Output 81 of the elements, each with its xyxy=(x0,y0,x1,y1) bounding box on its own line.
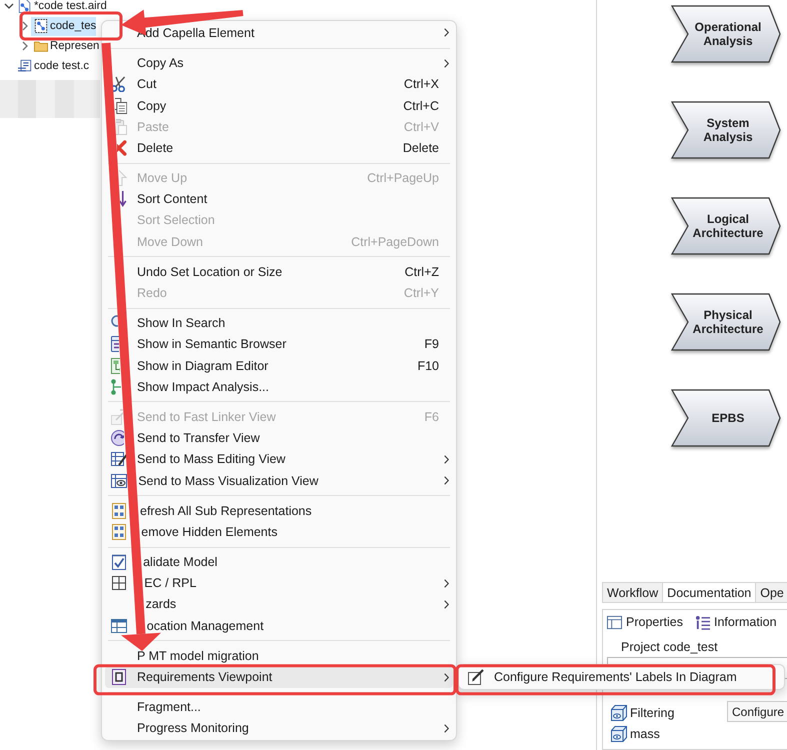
phase-chevron[interactable]: EPBS xyxy=(671,389,781,447)
menu-item[interactable]: Requirements Viewpoint xyxy=(105,666,453,688)
framed-square-icon xyxy=(111,669,127,686)
menu-item[interactable]: Configure Requirements' Labels In Diagram xyxy=(462,666,781,688)
tooltip: Configure xyxy=(727,701,787,722)
tree-item[interactable]: *code test.aird xyxy=(15,0,107,16)
table-eye-icon xyxy=(111,472,127,489)
menu-item[interactable]: Show Impact Analysis... xyxy=(105,376,453,398)
list-item[interactable]: mass xyxy=(603,723,787,744)
menu-item[interactable]: P MT model migration xyxy=(105,645,453,666)
menu-item[interactable]: Sort Content xyxy=(105,188,453,210)
menu-item[interactable]: Show In Search xyxy=(105,312,453,334)
menu-item[interactable]: Delete Delete xyxy=(105,137,453,159)
view-tab[interactable]: Ope xyxy=(756,583,787,602)
shortcut-text: F6 xyxy=(424,410,439,424)
phase-chevron[interactable]: System Analysis xyxy=(671,101,781,159)
scissors-icon xyxy=(113,76,127,92)
nodes-icon xyxy=(111,378,122,395)
menu-item[interactable]: ocation Management xyxy=(105,615,453,636)
chevron-right-icon[interactable] xyxy=(20,41,30,51)
tree-item[interactable]: Represen xyxy=(31,36,100,56)
menu-item[interactable]: Send to Transfer View xyxy=(105,428,453,449)
menu-item[interactable]: Progress Monitoring xyxy=(105,718,453,740)
phase-chevron[interactable]: Logical Architecture xyxy=(671,197,781,255)
diagram-file-icon xyxy=(34,19,48,33)
shortcut-text: Ctrl+C xyxy=(403,98,439,113)
table-icon xyxy=(607,614,622,630)
clipboard-icon xyxy=(116,118,127,135)
window-icon xyxy=(111,336,119,352)
shortcut-text: F9 xyxy=(424,337,439,352)
shortcut-text: Ctrl+PageDown xyxy=(351,234,439,249)
menu-item[interactable]: efresh All Sub Representations xyxy=(105,500,453,522)
box-eye-icon xyxy=(611,726,627,742)
tree-item[interactable]: code_tes xyxy=(31,16,96,36)
tree-item[interactable]: code test.c xyxy=(15,56,90,76)
menu-item[interactable]: Show in Semantic Browser F9 xyxy=(105,334,453,356)
checklist-icon xyxy=(111,554,127,570)
diagram-icon xyxy=(111,358,120,374)
chevron-down-icon[interactable] xyxy=(4,1,14,11)
menu-item[interactable]: EC / RPL xyxy=(105,572,453,594)
menu-item[interactable]: emove Hidden Elements xyxy=(105,521,453,543)
table-icon xyxy=(111,618,127,634)
menu-item[interactable]: Cut Ctrl+X xyxy=(105,74,453,95)
view-tab[interactable]: Information xyxy=(694,614,777,630)
box-eye-icon xyxy=(611,704,627,720)
x-mark-icon xyxy=(117,140,127,156)
shortcut-text: F10 xyxy=(417,358,439,373)
menu-item[interactable]: Copy Ctrl+C xyxy=(105,94,453,116)
grid-icon xyxy=(111,575,127,592)
view-tab[interactable]: Properties xyxy=(607,614,683,630)
phase-chevron[interactable]: Physical Architecture xyxy=(671,293,781,351)
shortcut-text: Ctrl+Y xyxy=(404,286,439,300)
menu-item[interactable]: Copy As xyxy=(105,52,453,74)
squares-grid-icon xyxy=(111,502,127,519)
shortcut-text: Ctrl+PageUp xyxy=(367,171,439,186)
shortcut-text: Delete xyxy=(402,140,439,155)
link-arrow-icon xyxy=(111,408,124,425)
phase-chevron[interactable]: Operational Analysis xyxy=(671,5,781,63)
sort-icon xyxy=(120,191,127,208)
up-arrow-icon xyxy=(118,170,127,186)
copy-icon xyxy=(114,98,127,114)
shortcut-text: Ctrl+V xyxy=(404,120,439,134)
folder-icon xyxy=(34,39,48,53)
table-pencil-icon xyxy=(111,451,126,468)
menu-item[interactable]: Show in Diagram Editor F10 xyxy=(105,355,453,376)
document-lines-icon xyxy=(18,59,32,73)
square-pencil-icon xyxy=(468,669,484,686)
menu-item[interactable]: Send to Mass Visualization View xyxy=(105,470,453,492)
menu-item[interactable]: Undo Set Location or Size Ctrl+Z xyxy=(105,261,453,282)
chevron-right-icon[interactable] xyxy=(20,21,30,31)
view-title: Project code_test xyxy=(621,639,719,656)
menu-item[interactable]: Fragment... xyxy=(105,696,453,718)
menu-item[interactable]: alidate Model xyxy=(105,552,453,573)
info-list-icon xyxy=(694,614,710,630)
shortcut-text: Ctrl+X xyxy=(404,77,439,92)
shortcut-text: Ctrl+Z xyxy=(404,264,439,279)
squares-grid-icon xyxy=(111,524,127,540)
view-tab[interactable]: Documentation xyxy=(663,583,756,602)
menu-item[interactable]: zards xyxy=(105,594,453,616)
circular-arrow-icon xyxy=(111,430,124,446)
menu-item[interactable]: Send to Mass Editing View xyxy=(105,448,453,470)
